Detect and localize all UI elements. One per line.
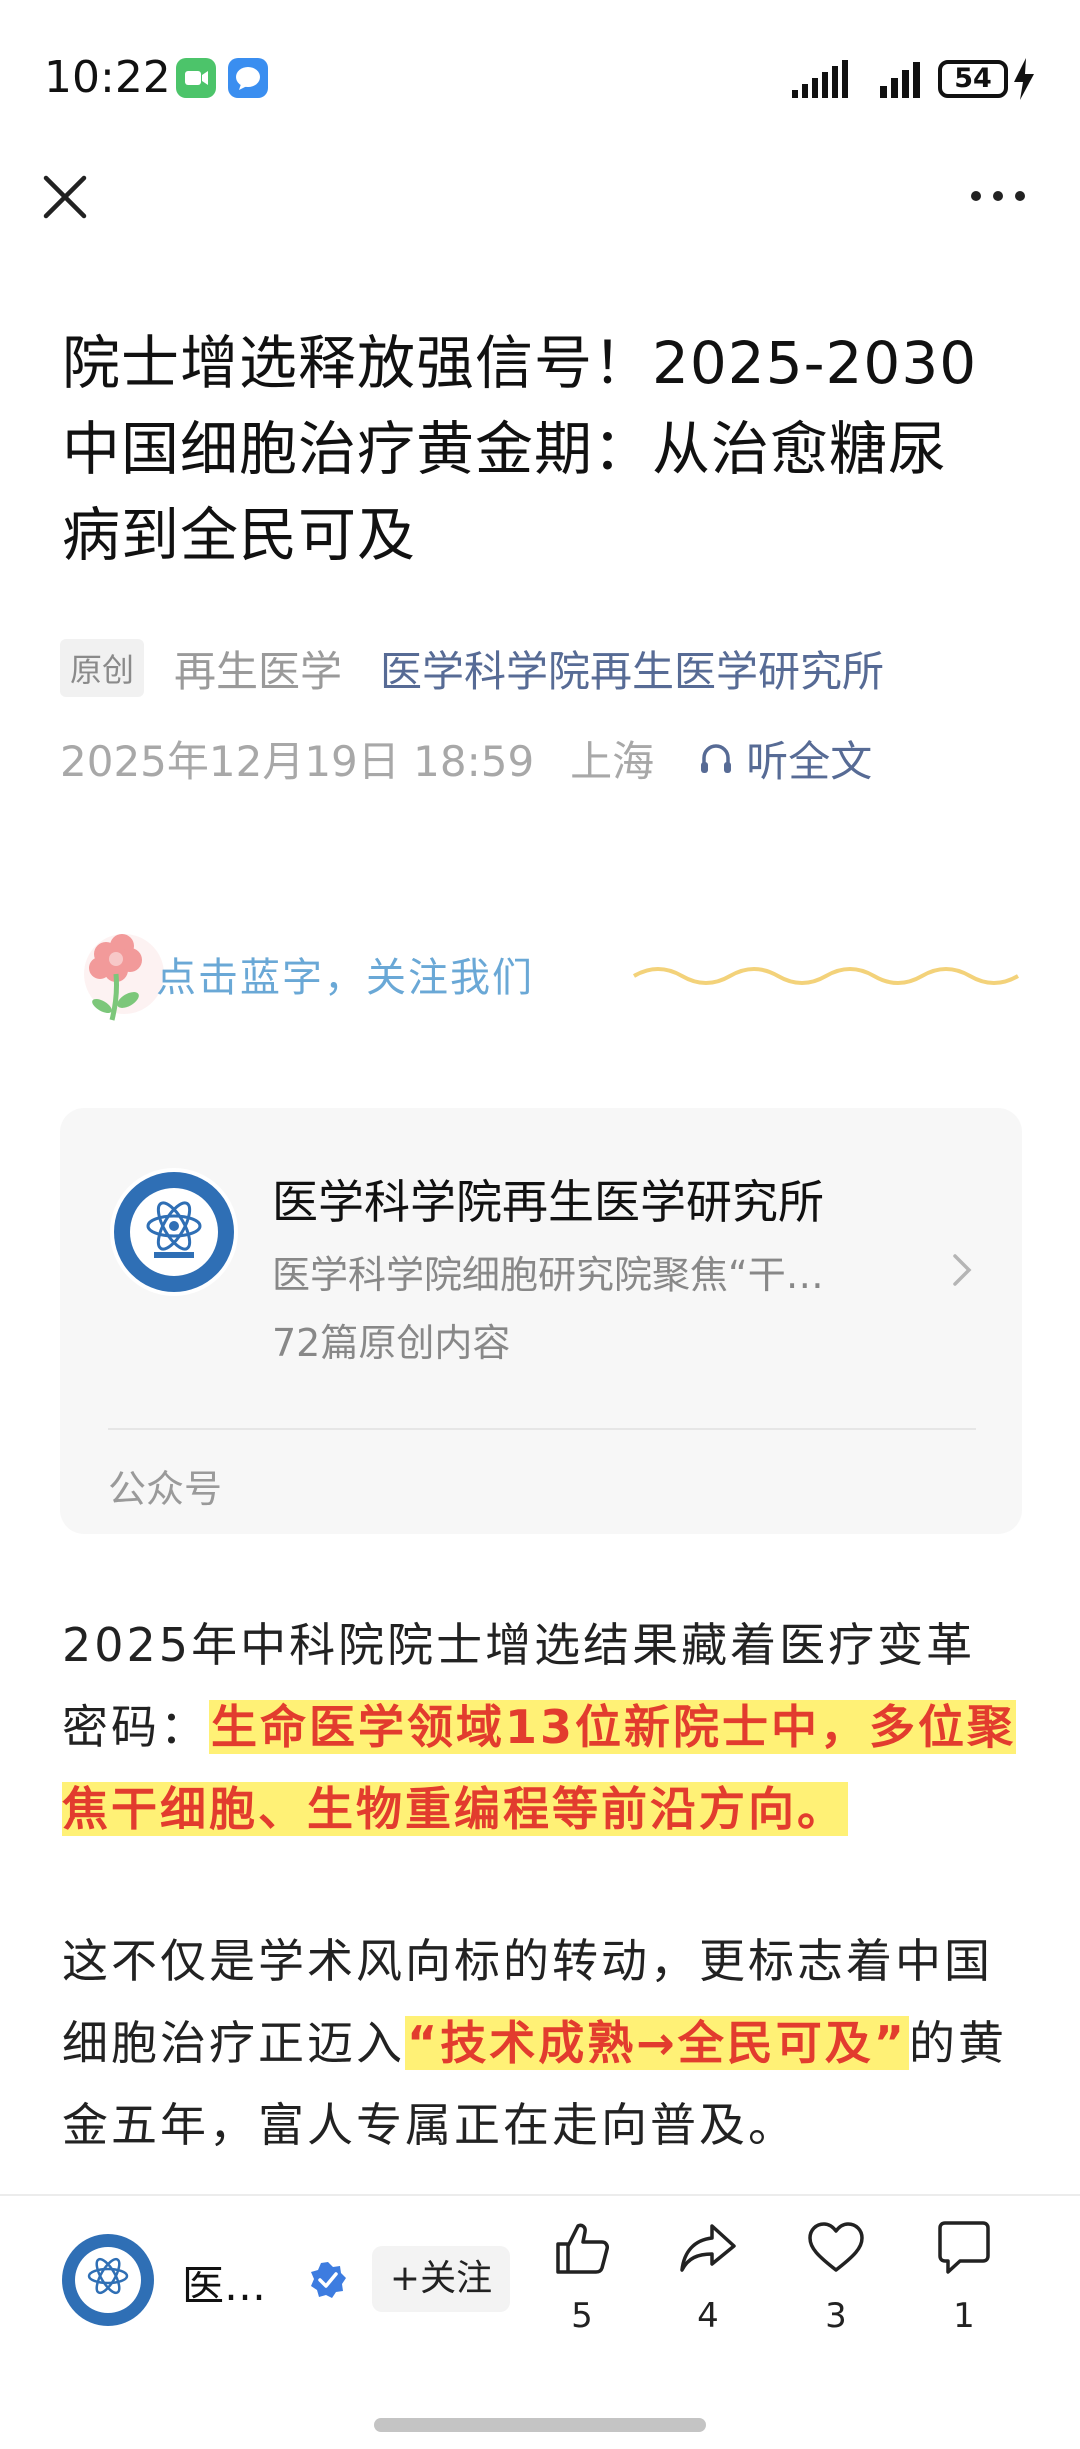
like-count: 5 [571,2296,593,2336]
paragraph-1: 2025年中科院院士增选结果藏着医疗变革密码：生命医学领域13位新院士中，多位聚… [62,1604,1022,1850]
share-count: 4 [697,2296,719,2336]
paragraph-2-highlight: “技术成熟→全民可及” [405,2016,910,2070]
headphones-icon [701,744,732,773]
card-account-name: 医学科学院再生医学研究所 [272,1175,824,1229]
status-bar: 10:22 54 [0,0,1080,160]
follow-button[interactable]: +关注 [372,2246,510,2312]
comment-bubble-icon [938,2221,990,2274]
share-arrow-icon [680,2224,736,2272]
paragraph-2: 这不仅是学术风向标的转动，更标志着中国细胞治疗正迈入“技术成熟→全民可及”的黄金… [62,1920,1022,2166]
author-avatar[interactable] [60,2232,156,2328]
account-link[interactable]: 医学科学院再生医学研究所 [380,638,884,699]
article-source: 再生医学 [174,646,343,696]
card-account-description: 医学科学院细胞研究院聚焦“干… [272,1253,824,1297]
signal-strength-icon-2 [880,62,920,98]
thumbs-up-icon [556,2223,609,2274]
comment-count: 1 [953,2296,975,2336]
verified-badge-icon [311,2262,346,2298]
like-action[interactable]: 5 [542,2218,622,2336]
original-badge: 原创 [60,639,145,697]
camera-app-icon [176,58,216,98]
article-date-row: 2025年12月19日 18:59 上海 听全文 [60,728,872,788]
author-name[interactable]: 医… [182,2252,266,2313]
follow-tip-text[interactable]: 点击蓝字，关注我们 [156,945,534,1003]
article-meta: 原创 再生医学 医学科学院再生医学研究所 [60,638,884,698]
listen-label: 听全文 [746,736,873,786]
article-title: 院士增选释放强信号！2025-2030 中国细胞治疗黄金期：从治愈糖尿病到全民可… [62,329,978,569]
publish-date: 2025年12月19日 18:59 [60,736,535,786]
card-divider [108,1428,976,1430]
account-logo-icon [110,1168,238,1296]
publish-location: 上海 [570,736,655,786]
chevron-right-icon[interactable] [950,1250,974,1290]
card-footer-label: 公众号 [108,1467,223,1511]
signal-strength-icon [792,60,848,98]
charging-bolt-icon [1014,58,1034,100]
comment-action[interactable]: 1 [924,2218,1004,2336]
chat-app-icon [228,58,268,98]
card-original-count: 72篇原创内容 [272,1321,511,1365]
favorite-count: 3 [825,2296,847,2336]
home-indicator[interactable] [374,2418,706,2432]
more-options-icon[interactable] [968,188,1028,204]
wave-decoration-icon [632,967,1020,985]
bottom-action-bar [0,2194,1080,2356]
listen-button[interactable]: 听全文 [696,728,872,789]
battery-indicator: 54 [938,60,1008,98]
status-time: 10:22 [44,52,171,103]
close-icon[interactable] [38,170,92,224]
share-action[interactable]: 4 [668,2218,748,2336]
favorite-action[interactable]: 3 [796,2218,876,2336]
heart-icon [808,2222,864,2272]
